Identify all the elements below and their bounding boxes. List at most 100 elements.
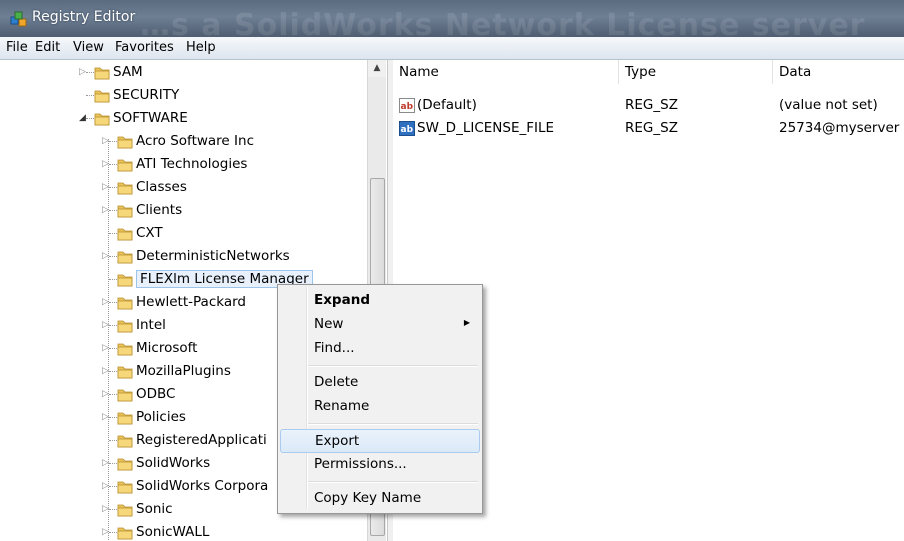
value-name: SW_D_LICENSE_FILE: [417, 120, 555, 136]
folder-icon: [117, 435, 133, 448]
tree-item[interactable]: ▷ Clients: [0, 200, 386, 222]
tree-item[interactable]: ▷ SAM: [0, 62, 386, 84]
tree-connector: [109, 371, 117, 372]
folder-icon: [94, 67, 110, 80]
folder-icon: [117, 205, 133, 218]
value-type: REG_SZ: [625, 120, 678, 136]
tree-connector: [109, 348, 117, 349]
tree-item-label: SECURITY: [113, 87, 180, 103]
menu-bar: File Edit View Favorites Help: [0, 37, 904, 60]
tree-connector: [86, 95, 94, 96]
tree-connector: [109, 325, 117, 326]
tree-item[interactable]: ▷ SonicWALL: [0, 522, 386, 541]
registry-editor-icon: [10, 11, 27, 27]
tree-connector: [109, 256, 117, 257]
tree-connector: [109, 486, 117, 487]
tree-item-label: CXT: [136, 225, 163, 241]
tree-item[interactable]: ▷ Acro Software Inc: [0, 131, 386, 153]
tree-connector: [109, 302, 117, 303]
tree-item-label: SonicWALL: [136, 524, 210, 540]
value-name: (Default): [417, 97, 477, 113]
folder-icon: [117, 136, 133, 149]
folder-icon: [117, 527, 133, 540]
tree-item-label: Clients: [136, 202, 183, 218]
menu-item-rename[interactable]: Rename: [280, 395, 480, 417]
menu-item-expand[interactable]: Expand: [280, 289, 480, 311]
menu-view[interactable]: View: [73, 40, 104, 55]
tree-connector: [86, 72, 94, 73]
folder-icon: [117, 320, 133, 333]
tree-item[interactable]: ▷ DeterministicNetworks: [0, 246, 386, 268]
menu-item-delete[interactable]: Delete: [280, 371, 480, 393]
tree-connector: [109, 279, 117, 280]
menu-edit[interactable]: Edit: [35, 40, 60, 55]
menu-item-label: Permissions...: [314, 456, 407, 472]
tree-connector: [109, 141, 117, 142]
menu-favorites[interactable]: Favorites: [115, 40, 174, 55]
tree-connector: [109, 417, 117, 418]
tree-item[interactable]: ▷ Classes: [0, 177, 386, 199]
tree-item-label: SolidWorks: [136, 455, 211, 471]
background-window-title: …s a SolidWorks Network License server: [140, 8, 866, 37]
menu-item-label: Expand: [314, 292, 370, 308]
menu-help[interactable]: Help: [186, 40, 216, 55]
tree-connector: [109, 394, 117, 395]
tree-item-label: Hewlett-Packard: [136, 294, 246, 310]
folder-icon: [117, 458, 133, 471]
tree-connector: [109, 509, 117, 510]
scroll-up-arrow-icon[interactable]: ▲: [368, 60, 386, 77]
folder-icon: [117, 412, 133, 425]
tree-item[interactable]: SECURITY: [0, 85, 386, 107]
menu-item-find[interactable]: Find...: [280, 337, 480, 359]
tree-item-label: Microsoft: [136, 340, 198, 356]
svg-text:ab: ab: [401, 125, 414, 135]
menu-item-permissions[interactable]: Permissions...: [280, 453, 480, 475]
tree-item-label: ODBC: [136, 386, 176, 402]
value-row[interactable]: ab SW_D_LICENSE_FILE REG_SZ 25734@myserv…: [393, 118, 904, 140]
tree-item-label: SOFTWARE: [113, 110, 188, 126]
tree-item-label: SAM: [113, 64, 143, 80]
tree-connector: [109, 440, 117, 441]
menu-file[interactable]: File: [6, 40, 28, 55]
menu-item-label: Export: [315, 433, 360, 449]
tree-connector: [86, 118, 94, 119]
folder-icon: [117, 343, 133, 356]
tree-connector: [109, 164, 117, 165]
menu-item-label: Delete: [314, 374, 359, 390]
folder-icon: [117, 159, 133, 172]
reg-sz-value-icon: ab: [399, 121, 415, 136]
menu-item-export[interactable]: Export: [280, 429, 480, 453]
tree-item[interactable]: ◢ SOFTWARE: [0, 108, 386, 130]
menu-separator: [308, 365, 478, 367]
window-title: Registry Editor: [32, 9, 136, 25]
submenu-arrow-icon: ▶: [463, 318, 470, 327]
folder-icon: [117, 274, 133, 287]
tree-item-label: Classes: [136, 179, 187, 195]
svg-text:ab: ab: [401, 102, 414, 112]
folder-icon: [117, 182, 133, 195]
column-header-data[interactable]: Data: [773, 60, 904, 84]
folder-icon: [117, 366, 133, 379]
menu-item-copy-key-name[interactable]: Copy Key Name: [280, 487, 480, 509]
column-header-type[interactable]: Type: [619, 60, 773, 84]
tree-connector: [109, 233, 117, 234]
column-header-name[interactable]: Name: [393, 60, 619, 84]
tree-item-label: DeterministicNetworks: [136, 248, 290, 264]
folder-icon: [117, 251, 133, 264]
tree-item-label: MozillaPlugins: [136, 363, 231, 379]
tree-item-label: Sonic: [136, 501, 173, 517]
value-type: REG_SZ: [625, 97, 678, 113]
value-row[interactable]: ab (Default) REG_SZ (value not set): [393, 95, 904, 117]
folder-icon: [117, 297, 133, 310]
tree-connector: [109, 532, 117, 533]
folder-icon: [117, 228, 133, 241]
menu-separator: [308, 481, 478, 483]
menu-item-new[interactable]: New ▶: [280, 313, 480, 335]
tree-item[interactable]: ▷ ATI Technologies: [0, 154, 386, 176]
tree-item[interactable]: CXT: [0, 223, 386, 245]
folder-icon: [94, 90, 110, 103]
title-bar: …s a SolidWorks Network License server R…: [0, 0, 904, 37]
tree-item-label: Intel: [136, 317, 166, 333]
tree-item-label: Policies: [136, 409, 186, 425]
tree-item-label: SolidWorks Corpora: [136, 478, 269, 494]
